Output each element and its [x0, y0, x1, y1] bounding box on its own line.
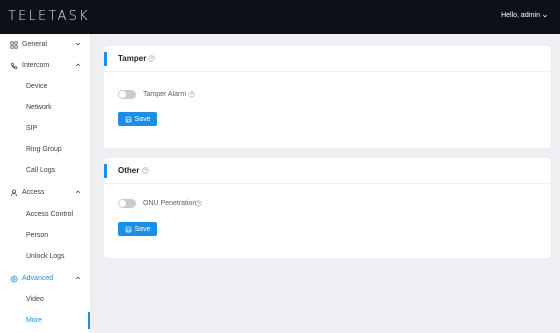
sidebar-group-advanced[interactable]: Advanced — [0, 268, 91, 289]
sidebar-group-label: Advanced — [22, 275, 54, 282]
top-bar: TELETASK Hello, admin — [0, 0, 560, 34]
card-header: Other — [104, 158, 551, 184]
brand-logo: TELETASK — [8, 9, 90, 24]
sidebar-item-label: SIP — [26, 125, 38, 132]
sidebar-item-label: Unlock Logs — [26, 253, 65, 260]
sidebar: General Intercom Device Network SIP Ring… — [0, 34, 91, 333]
sidebar-item-video[interactable]: Video — [0, 289, 91, 310]
sidebar-group-general[interactable]: General — [0, 34, 91, 55]
save-button-label: Save — [134, 115, 151, 123]
sidebar-item-device[interactable]: Device — [0, 76, 91, 97]
chevron-up-icon — [75, 276, 81, 280]
user-greeting: Hello, admin — [501, 12, 540, 19]
sidebar-group-access[interactable]: Access — [0, 182, 91, 203]
sidebar-item-ring-group[interactable]: Ring Group — [0, 139, 91, 160]
onu-penetration-toggle[interactable] — [118, 199, 136, 208]
onu-penetration-label: ONU Penetration — [143, 200, 197, 207]
save-icon — [125, 226, 131, 232]
sidebar-item-network[interactable]: Network — [0, 97, 91, 118]
sidebar-item-label: Person — [26, 232, 49, 239]
sidebar-item-unlock-logs[interactable]: Unlock Logs — [0, 246, 91, 267]
other-card: Other ONU Penetration Save — [104, 158, 551, 258]
sidebar-item-label: Ring Group — [26, 146, 62, 153]
chevron-up-icon — [75, 190, 81, 194]
sidebar-item-label: More — [26, 317, 42, 324]
sidebar-item-label: Video — [26, 296, 44, 303]
help-icon[interactable] — [195, 200, 202, 207]
sidebar-group-label: General — [22, 41, 47, 48]
phone-icon — [10, 62, 18, 70]
tamper-save-button[interactable]: Save — [118, 112, 157, 126]
person-icon — [10, 189, 18, 197]
sidebar-item-label: Device — [26, 83, 48, 90]
sidebar-item-label: Call Logs — [26, 167, 56, 174]
tamper-card: Tamper Tamper Alarm Save — [104, 46, 551, 148]
sidebar-item-access-control[interactable]: Access Control — [0, 204, 91, 225]
save-button-label: Save — [134, 225, 151, 233]
save-icon — [125, 116, 131, 122]
sidebar-group-intercom[interactable]: Intercom — [0, 55, 91, 76]
chevron-up-icon — [75, 63, 81, 67]
sidebar-item-call-logs[interactable]: Call Logs — [0, 160, 91, 181]
sidebar-group-label: Intercom — [22, 62, 50, 69]
card-title: Tamper — [118, 54, 147, 63]
gear-icon — [10, 274, 18, 283]
card-title: Other — [118, 166, 140, 175]
sidebar-item-label: Network — [26, 104, 52, 111]
sidebar-group-label: Access — [22, 189, 45, 196]
card-header: Tamper — [104, 46, 551, 72]
help-icon[interactable] — [148, 55, 155, 62]
toggle-knob — [119, 200, 126, 207]
other-save-button[interactable]: Save — [118, 222, 157, 236]
sidebar-item-person[interactable]: Person — [0, 225, 91, 246]
card-accent-bar — [104, 164, 107, 178]
tamper-alarm-toggle[interactable] — [118, 90, 136, 99]
sidebar-item-sip[interactable]: SIP — [0, 118, 91, 139]
chevron-down-icon — [542, 14, 548, 17]
chevron-down-icon — [75, 42, 81, 46]
sidebar-item-label: Access Control — [26, 211, 74, 218]
help-icon[interactable] — [142, 167, 149, 174]
user-menu[interactable]: Hello, admin — [501, 12, 548, 19]
card-accent-bar — [104, 52, 107, 66]
sidebar-item-more[interactable]: More — [0, 310, 91, 331]
tamper-alarm-label: Tamper Alarm — [143, 91, 187, 98]
toggle-knob — [119, 91, 126, 98]
help-icon[interactable] — [188, 91, 195, 98]
grid-icon — [10, 40, 18, 49]
